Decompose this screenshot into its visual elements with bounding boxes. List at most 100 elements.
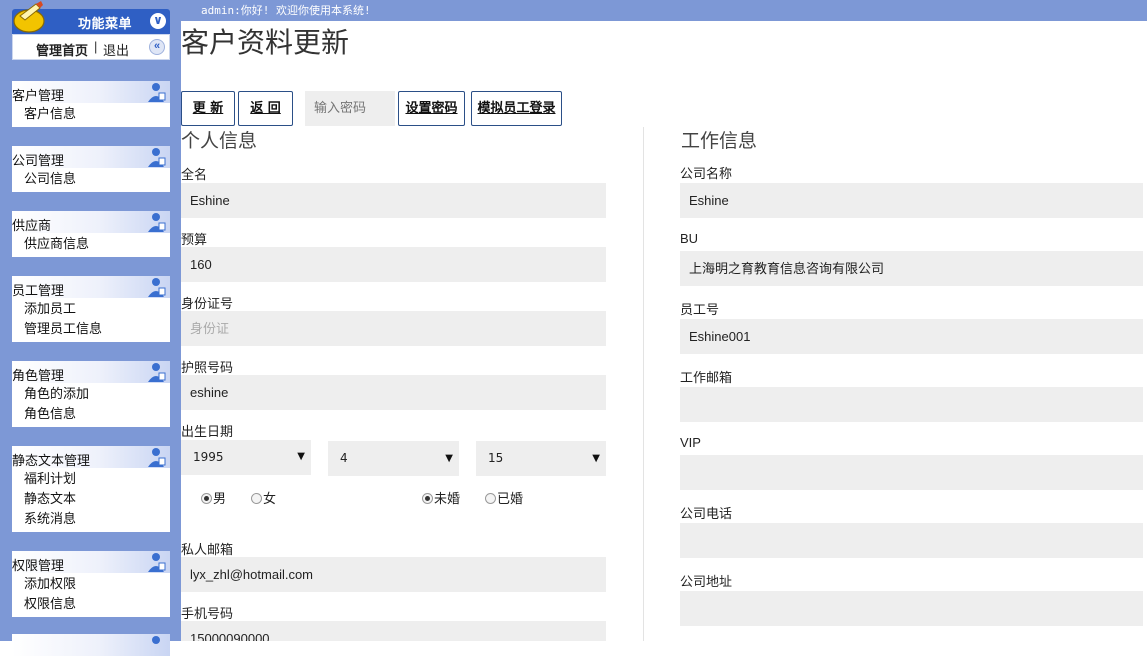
gender-female-radio[interactable]: 女 bbox=[251, 488, 276, 507]
menu-group-title[interactable]: 角色管理 bbox=[12, 365, 64, 384]
menu-group-title[interactable]: 客户管理 bbox=[12, 85, 64, 104]
menu-group-company: 公司管理 公司信息 bbox=[12, 146, 170, 192]
menu-group-title[interactable]: 供应商 bbox=[12, 215, 51, 234]
vip-field[interactable] bbox=[680, 455, 1143, 490]
private-email-label: 私人邮箱 bbox=[181, 542, 234, 557]
menu-item-welfare-plan[interactable]: 福利计划 bbox=[12, 469, 170, 489]
menu-group-permission: 权限管理 添加权限 权限信息 bbox=[12, 551, 170, 617]
update-button[interactable]: 更 新 bbox=[181, 91, 235, 126]
birth-month-value: 4 bbox=[340, 451, 348, 465]
mobile-field[interactable]: 15000090000 bbox=[181, 621, 606, 641]
menu-group-title[interactable]: 公司管理 bbox=[12, 150, 64, 169]
menu-group-header[interactable]: 权限管理 bbox=[12, 551, 170, 573]
simulate-login-button[interactable]: 模拟员工登录 bbox=[471, 91, 562, 126]
birth-day-value: 15 bbox=[488, 451, 504, 465]
menu-group-role: 角色管理 角色的添加 角色信息 bbox=[12, 361, 170, 427]
marital-single-label: 未婚 bbox=[434, 491, 461, 506]
dropdown-arrow-icon: ▼ bbox=[297, 451, 305, 462]
budget-field[interactable]: 160 bbox=[181, 247, 606, 282]
menu-group-items: 福利计划 静态文本 系统消息 bbox=[12, 468, 170, 532]
welcome-message: admin:你好! 欢迎你使用本系统! bbox=[201, 4, 371, 17]
bu-field[interactable]: 上海明之育教育信息咨询有限公司 bbox=[680, 251, 1143, 286]
user-icon bbox=[148, 278, 166, 297]
employee-number-label: 员工号 bbox=[680, 302, 720, 317]
radio-unchecked-icon bbox=[251, 493, 262, 504]
password-input[interactable] bbox=[305, 91, 395, 126]
gender-female-label: 女 bbox=[263, 491, 277, 506]
menu-group-title[interactable]: 静态文本管理 bbox=[12, 450, 90, 469]
full-name-label: 全名 bbox=[181, 167, 208, 182]
bu-label: BU bbox=[680, 231, 699, 246]
menu-group-items: 添加员工 管理员工信息 bbox=[12, 298, 170, 342]
menu-item-role-info[interactable]: 角色信息 bbox=[12, 404, 170, 424]
radio-checked-icon bbox=[201, 493, 212, 504]
menu-group-header[interactable]: 客户管理 bbox=[12, 81, 170, 103]
mobile-label: 手机号码 bbox=[181, 606, 234, 621]
page-title: 客户资料更新 bbox=[181, 26, 350, 59]
chevron-down-icon[interactable]: ∨ bbox=[150, 13, 166, 29]
set-password-button[interactable]: 设置密码 bbox=[398, 91, 465, 126]
menu-item-customer-info[interactable]: 客户信息 bbox=[12, 104, 170, 124]
company-phone-field[interactable] bbox=[680, 523, 1143, 558]
menu-item-supplier-info[interactable]: 供应商信息 bbox=[12, 234, 170, 254]
marital-single-radio[interactable]: 未婚 bbox=[422, 488, 460, 507]
menu-item-add-employee[interactable]: 添加员工 bbox=[12, 299, 170, 319]
gender-male-radio[interactable]: 男 bbox=[201, 488, 226, 507]
menu-item-manage-employee[interactable]: 管理员工信息 bbox=[12, 319, 170, 339]
work-email-field[interactable] bbox=[680, 387, 1143, 422]
radio-checked-icon bbox=[422, 493, 433, 504]
menu-group-header[interactable]: 角色管理 bbox=[12, 361, 170, 383]
menu-item-company-info[interactable]: 公司信息 bbox=[12, 169, 170, 189]
company-address-label: 公司地址 bbox=[680, 574, 733, 589]
birth-day-select[interactable]: 15 ▼ bbox=[476, 441, 606, 476]
menu-group-header[interactable]: 静态文本管理 bbox=[12, 446, 170, 468]
menu-item-add-permission[interactable]: 添加权限 bbox=[12, 574, 170, 594]
menu-group-header[interactable]: 供应商 bbox=[12, 211, 170, 233]
company-name-label: 公司名称 bbox=[680, 166, 733, 181]
birthday-label: 出生日期 bbox=[181, 424, 234, 439]
company-phone-label: 公司电话 bbox=[680, 506, 733, 521]
menu-group-header[interactable] bbox=[12, 634, 170, 656]
menu-group-static-text: 静态文本管理 福利计划 静态文本 系统消息 bbox=[12, 446, 170, 532]
back-button[interactable]: 返 回 bbox=[238, 91, 293, 126]
passport-field[interactable]: eshine bbox=[181, 375, 606, 410]
nav-separator: | bbox=[94, 39, 98, 54]
company-name-field[interactable]: Eshine bbox=[680, 183, 1143, 218]
gender-male-label: 男 bbox=[213, 491, 227, 506]
menu-group-header[interactable]: 员工管理 bbox=[12, 276, 170, 298]
full-name-field[interactable]: Eshine bbox=[181, 183, 606, 218]
marital-married-radio[interactable]: 已婚 bbox=[485, 488, 523, 507]
birth-month-select[interactable]: 4 ▼ bbox=[328, 441, 459, 476]
dropdown-arrow-icon: ▼ bbox=[445, 453, 453, 464]
radio-unchecked-icon bbox=[485, 493, 496, 504]
menu-group-title[interactable]: 员工管理 bbox=[12, 280, 64, 299]
company-address-field[interactable] bbox=[680, 591, 1143, 626]
private-email-field[interactable]: lyx_zhl@hotmail.com bbox=[181, 557, 606, 592]
menu-item-permission-info[interactable]: 权限信息 bbox=[12, 594, 170, 614]
nav-logout-link[interactable]: 退出 bbox=[103, 40, 129, 59]
user-icon bbox=[148, 363, 166, 382]
double-chevron-left-icon[interactable]: « bbox=[149, 39, 165, 55]
id-number-field[interactable]: 身份证 bbox=[181, 311, 606, 346]
folder-pen-icon bbox=[13, 1, 45, 33]
nav-home-link[interactable]: 管理首页 bbox=[36, 40, 88, 59]
main-content: 客户资料更新 更 新 返 回 设置密码 模拟员工登录 个人信息 工作信息 全名 … bbox=[181, 21, 1147, 641]
menu-group-items: 客户信息 bbox=[12, 103, 170, 127]
menu-group-supplier: 供应商 供应商信息 bbox=[12, 211, 170, 257]
employee-number-field[interactable]: Eshine001 bbox=[680, 319, 1143, 354]
birth-year-select[interactable]: 1995 ▼ bbox=[181, 440, 311, 475]
marital-married-label: 已婚 bbox=[497, 491, 524, 506]
menu-item-system-message[interactable]: 系统消息 bbox=[12, 509, 170, 529]
menu-group-header[interactable]: 公司管理 bbox=[12, 146, 170, 168]
menu-group-title[interactable]: 权限管理 bbox=[12, 555, 64, 574]
user-icon bbox=[148, 148, 166, 167]
menu-item-add-role[interactable]: 角色的添加 bbox=[12, 384, 170, 404]
id-number-label: 身份证号 bbox=[181, 296, 234, 311]
dropdown-arrow-icon: ▼ bbox=[592, 453, 600, 464]
menu-item-static-text[interactable]: 静态文本 bbox=[12, 489, 170, 509]
budget-label: 预算 bbox=[181, 232, 208, 247]
menu-group-items: 供应商信息 bbox=[12, 233, 170, 257]
user-icon bbox=[148, 213, 166, 232]
work-email-label: 工作邮箱 bbox=[680, 370, 733, 385]
menu-group-items: 公司信息 bbox=[12, 168, 170, 192]
